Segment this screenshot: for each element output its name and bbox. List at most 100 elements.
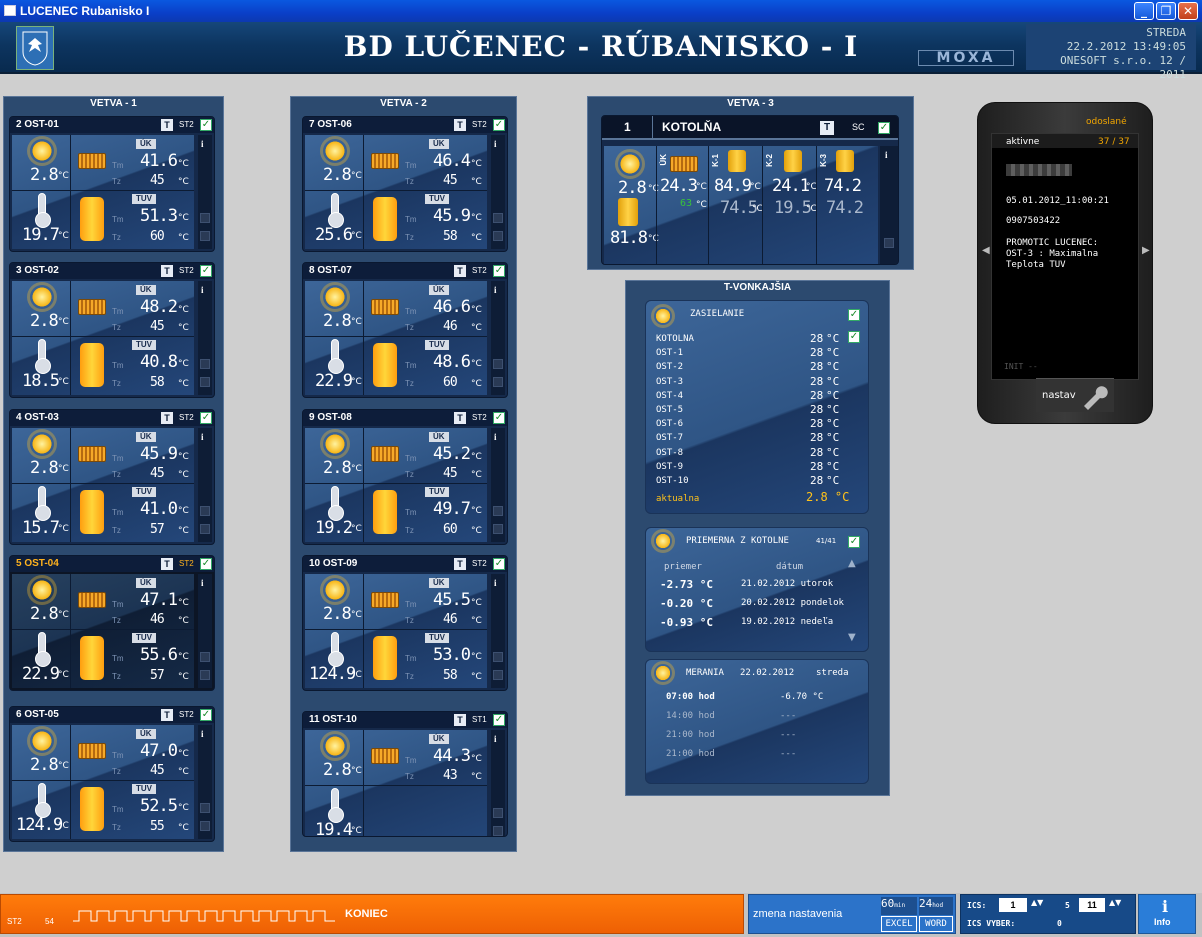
zmena-nastavenia-panel[interactable]: zmena nastavenia 60min 24hod EXCEL WORD xyxy=(748,894,956,934)
left-arrow-icon[interactable]: ◀ xyxy=(982,245,990,256)
t-button[interactable]: T xyxy=(161,412,173,424)
t-button[interactable]: T xyxy=(454,119,466,131)
station-card-ost-04[interactable]: 5 OST-04 T ST2 ✓ 2.8 °C 22.9 °C ÚK Tm 47… xyxy=(9,555,215,691)
side-button-2[interactable] xyxy=(200,821,210,831)
message-text: PROMOTIC LUCENEC: OST-3 : Maximalna Tepl… xyxy=(1006,238,1099,270)
min-interval[interactable]: 60min xyxy=(881,897,917,915)
info-icon[interactable]: i xyxy=(201,285,204,295)
priemerna-checkbox[interactable]: ✓ xyxy=(848,536,860,548)
station-name: OST-05 xyxy=(24,709,59,720)
station-checkbox[interactable]: ✓ xyxy=(493,412,505,424)
side-button-1[interactable] xyxy=(200,652,210,662)
info-icon[interactable]: i xyxy=(201,432,204,442)
minimize-button[interactable]: _ xyxy=(1134,2,1154,20)
t-button[interactable]: T xyxy=(161,558,173,570)
side-button-1[interactable] xyxy=(493,506,503,516)
scroll-up-icon[interactable]: ▲ xyxy=(848,558,856,569)
kotolna-t-button[interactable]: T xyxy=(820,121,834,135)
side-button-2[interactable] xyxy=(200,670,210,680)
info-icon[interactable]: i xyxy=(494,432,497,442)
uk-temp: 48.2 xyxy=(140,297,178,317)
station-card-ost-05[interactable]: 6 OST-05 T ST2 ✓ 2.8 °C 124.9 °C ÚK Tm 4… xyxy=(9,706,215,842)
side-button-1[interactable] xyxy=(493,213,503,223)
station-checkbox[interactable]: ✓ xyxy=(493,558,505,570)
info-icon[interactable]: i xyxy=(885,150,888,160)
t-button[interactable]: T xyxy=(454,265,466,277)
message-count: 37 / 37 xyxy=(1098,137,1130,147)
maximize-button[interactable]: ❐ xyxy=(1156,2,1176,20)
side-button-2[interactable] xyxy=(493,377,503,387)
t-button[interactable]: T xyxy=(161,265,173,277)
info-icon[interactable]: i xyxy=(201,729,204,739)
side-button-2[interactable] xyxy=(200,377,210,387)
station-card-ost-09[interactable]: 10 OST-09 T ST2 ✓ 2.8 °C 124.9 °C ÚK Tm … xyxy=(302,555,508,691)
info-icon[interactable]: i xyxy=(494,578,497,588)
kotolna-side-button[interactable] xyxy=(884,238,894,248)
ics-input[interactable]: 1 xyxy=(999,898,1027,912)
info-icon[interactable]: i xyxy=(201,139,204,149)
t-button[interactable]: T xyxy=(454,558,466,570)
station-card-ost-01[interactable]: 2 OST-01 T ST2 ✓ 2.8 °C 19.7 °C ÚK Tm 41… xyxy=(9,116,215,252)
side-button-1[interactable] xyxy=(200,359,210,369)
station-checkbox[interactable]: ✓ xyxy=(200,558,212,570)
scroll-down-icon[interactable]: ▼ xyxy=(848,632,856,643)
side-button-1[interactable] xyxy=(493,808,503,818)
side-button-1[interactable] xyxy=(200,506,210,516)
station-st-label: ST2 xyxy=(179,413,194,422)
side-button-2[interactable] xyxy=(493,826,503,836)
kotolna-checkbox[interactable]: ✓ xyxy=(878,122,890,134)
side-button-2[interactable] xyxy=(493,231,503,241)
info-button[interactable]: i Info xyxy=(1138,894,1196,934)
t-button[interactable]: T xyxy=(161,119,173,131)
info-icon[interactable]: i xyxy=(494,139,497,149)
station-checkbox[interactable]: ✓ xyxy=(493,714,505,726)
uk-label: ÚK xyxy=(136,432,156,442)
side-button-2[interactable] xyxy=(493,670,503,680)
close-button[interactable]: ✕ xyxy=(1178,2,1198,20)
kotolna-body: 2.8 °C 81.8 °C ÚK 24.3 °C 63 °C K-1 84.9… xyxy=(604,146,878,264)
t-button[interactable]: T xyxy=(454,714,466,726)
side-button-1[interactable] xyxy=(200,213,210,223)
station-checkbox[interactable]: ✓ xyxy=(200,412,212,424)
info-icon[interactable]: i xyxy=(494,285,497,295)
side-button-2[interactable] xyxy=(200,524,210,534)
station-checkbox[interactable]: ✓ xyxy=(200,265,212,277)
side-button-1[interactable] xyxy=(200,803,210,813)
ics-spinner-icon[interactable]: ▲▼ xyxy=(1031,898,1043,907)
station-checkbox[interactable]: ✓ xyxy=(200,119,212,131)
info-icon[interactable]: i xyxy=(201,578,204,588)
hod-interval[interactable]: 24hod xyxy=(919,897,953,915)
uk-temp: 46.4 xyxy=(433,151,471,171)
uk-setpoint: 45 xyxy=(150,466,165,481)
t-button[interactable]: T xyxy=(454,412,466,424)
ics-spinner-2-icon[interactable]: ▲▼ xyxy=(1109,898,1121,907)
side-button-2[interactable] xyxy=(493,524,503,534)
info-icon[interactable]: i xyxy=(494,734,497,744)
side-button-1[interactable] xyxy=(493,359,503,369)
side-button-1[interactable] xyxy=(493,652,503,662)
right-arrow-icon[interactable]: ▶ xyxy=(1142,245,1150,256)
zasielanie-checkbox[interactable]: ✓ xyxy=(848,309,860,321)
station-card-ost-10[interactable]: 11 OST-10 T ST1 ✓ 2.8 °C 19.4 °C ÚK Tm 4… xyxy=(302,711,508,837)
station-sidebar: i xyxy=(491,428,505,542)
station-card-ost-07[interactable]: 8 OST-07 T ST2 ✓ 2.8 °C 22.9 °C ÚK Tm 46… xyxy=(302,262,508,398)
kotolna-card[interactable]: 1 KOTOLŇA T SC ✓ 2.8 °C 81.8 °C ÚK 24.3 … xyxy=(601,115,899,265)
nastav-button[interactable]: nastav xyxy=(1036,378,1114,412)
station-card-ost-02[interactable]: 3 OST-02 T ST2 ✓ 2.8 °C 18.5 °C ÚK Tm 48… xyxy=(9,262,215,398)
word-button[interactable]: WORD xyxy=(919,916,953,932)
station-checkbox[interactable]: ✓ xyxy=(200,709,212,721)
priemer-value: -0.93 °C xyxy=(660,616,713,629)
day-label: STREDA xyxy=(1146,26,1186,39)
t-button[interactable]: T xyxy=(161,709,173,721)
side-button-2[interactable] xyxy=(200,231,210,241)
tuv-setpoint: 60 xyxy=(443,375,458,390)
excel-button[interactable]: EXCEL xyxy=(881,916,917,932)
station-card-ost-08[interactable]: 9 OST-08 T ST2 ✓ 2.8 °C 19.2 °C ÚK Tm 45… xyxy=(302,409,508,545)
station-checkbox[interactable]: ✓ xyxy=(493,265,505,277)
station-card-ost-03[interactable]: 4 OST-03 T ST2 ✓ 2.8 °C 15.7 °C ÚK Tm 45… xyxy=(9,409,215,545)
station-checkbox[interactable]: ✓ xyxy=(493,119,505,131)
ics-input-2[interactable]: 11 xyxy=(1079,898,1105,912)
kotolna-send-checkbox[interactable]: ✓ xyxy=(848,331,860,343)
station-card-ost-06[interactable]: 7 OST-06 T ST2 ✓ 2.8 °C 25.6 °C ÚK Tm 46… xyxy=(302,116,508,252)
kotolna-boiler-temp: 81.8 xyxy=(610,228,648,248)
